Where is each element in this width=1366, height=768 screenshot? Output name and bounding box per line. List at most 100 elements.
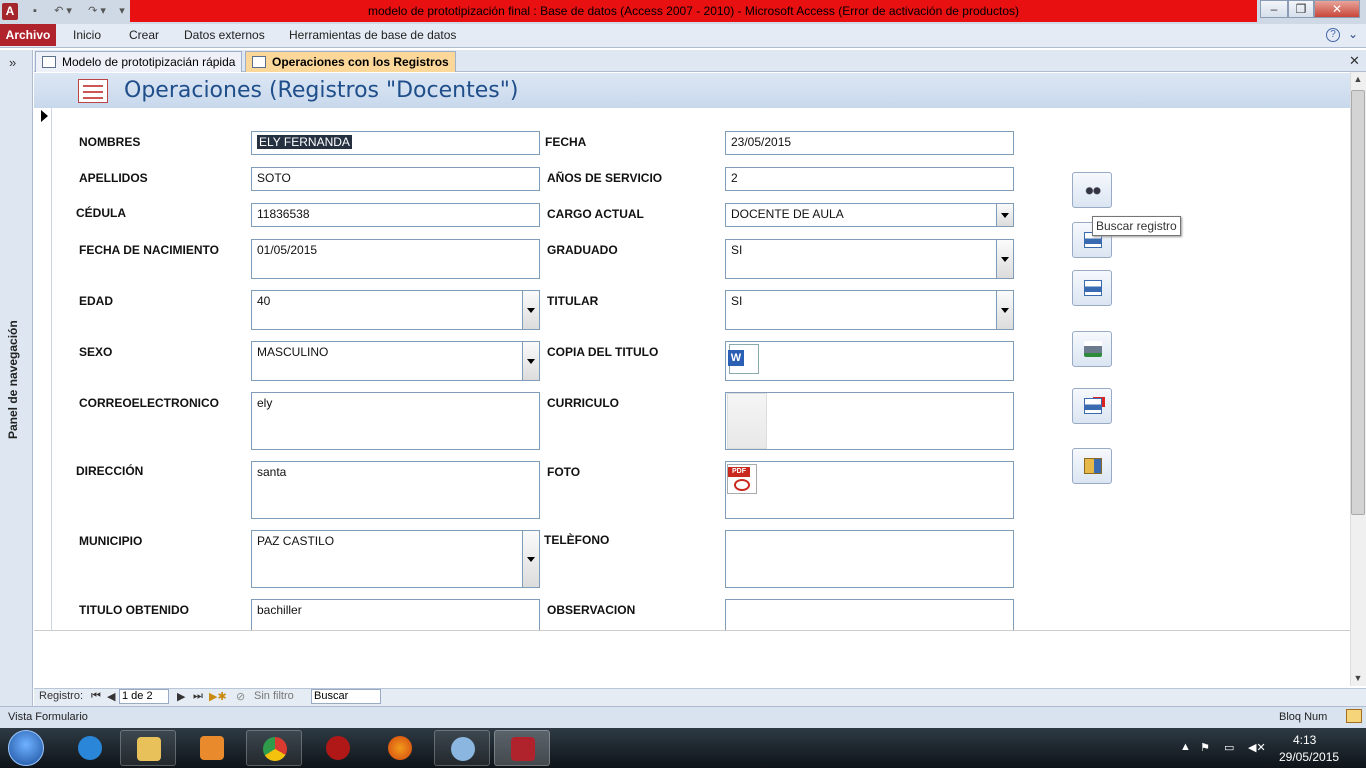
access-app-icon[interactable]: A — [2, 3, 18, 20]
sexo-combo[interactable]: MASCULINO — [251, 341, 540, 381]
titular-combo[interactable]: SI — [725, 290, 1014, 330]
clock-date[interactable]: 29/05/2015 — [1279, 750, 1339, 764]
filter-status[interactable]: Sin filtro — [254, 690, 294, 702]
start-button[interactable] — [8, 730, 44, 766]
action-center-flag-icon[interactable]: ⚑ — [1200, 741, 1210, 754]
anos-servicio-field[interactable]: 2 — [725, 167, 1014, 191]
minimize-button[interactable]: – — [1260, 0, 1288, 18]
dropdown-arrow-icon[interactable] — [522, 531, 539, 587]
edad-combo[interactable]: 40 — [251, 290, 540, 330]
navigation-pane-label[interactable]: Panel de navegación — [6, 300, 28, 460]
customize-quick-access-icon[interactable]: ▾ — [116, 3, 128, 20]
graduado-combo[interactable]: SI — [725, 239, 1014, 279]
show-hidden-icons[interactable]: ▲ — [1180, 741, 1191, 753]
document-thumbnail-icon[interactable] — [727, 393, 767, 449]
find-record-button[interactable] — [1072, 172, 1112, 208]
fecha-nacimiento-field[interactable]: 01/05/2015 — [251, 239, 540, 279]
paint-icon[interactable] — [434, 730, 490, 766]
titulo-obtenido-field[interactable]: bachiller — [251, 599, 540, 630]
dropdown-arrow-icon[interactable] — [522, 291, 539, 329]
nombres-field[interactable]: ELY FERNANDA — [251, 131, 540, 155]
dropdown-arrow-icon[interactable] — [522, 342, 539, 380]
direccion-field[interactable]: santa — [251, 461, 540, 519]
save-record-button[interactable] — [1072, 270, 1112, 306]
status-bar — [0, 706, 1366, 728]
next-record-icon[interactable]: ▶ — [177, 690, 185, 703]
correo-field[interactable]: ely — [251, 392, 540, 450]
municipio-combo[interactable]: PAZ CASTILO — [251, 530, 540, 588]
dropdown-arrow-icon[interactable] — [996, 204, 1013, 226]
access-taskbar-icon[interactable] — [494, 730, 550, 766]
maximize-button[interactable]: ❐ — [1288, 0, 1314, 18]
word-document-icon[interactable]: W — [728, 344, 759, 374]
close-form-button[interactable] — [1072, 448, 1112, 484]
label-foto: FOTO — [547, 465, 581, 479]
label-municipio: MUNICIPIO — [79, 534, 143, 548]
new-blank-record-icon[interactable]: ▶✱ — [209, 690, 227, 703]
fecha-field[interactable]: 23/05/2015 — [725, 131, 1014, 155]
filter-icon[interactable]: ⊘ — [236, 690, 245, 703]
scroll-down-icon[interactable]: ▼ — [1350, 673, 1366, 683]
dropdown-arrow-icon[interactable] — [996, 291, 1013, 329]
redo-icon[interactable]: ↷ ▾ — [82, 3, 112, 20]
record-label: Registro: — [39, 690, 84, 702]
pdf-badge: PDF — [728, 467, 750, 477]
network-icon[interactable]: ▭ — [1224, 741, 1234, 754]
label-fecha: FECHA — [545, 135, 587, 149]
scrollbar-thumb[interactable] — [1351, 90, 1365, 515]
tab-inicio[interactable]: Inicio — [73, 24, 101, 46]
internet-explorer-icon[interactable] — [62, 730, 118, 766]
media-player-icon[interactable] — [184, 730, 240, 766]
form-icon — [252, 56, 266, 68]
first-record-icon[interactable]: ⏮ — [91, 690, 101, 703]
volume-muted-icon[interactable]: ◀✕ — [1248, 741, 1266, 754]
current-record-arrow-icon — [41, 110, 48, 122]
curriculo-attachment[interactable] — [725, 392, 1014, 450]
cedula-field[interactable]: 11836538 — [251, 203, 540, 227]
firefox-icon[interactable] — [372, 730, 428, 766]
pdf-file-icon[interactable]: PDF — [727, 464, 757, 494]
print-button[interactable] — [1072, 331, 1112, 367]
expand-nav-pane-icon[interactable]: » — [9, 55, 16, 70]
tab-archivo[interactable]: Archivo — [0, 24, 56, 46]
copia-titulo-attachment[interactable] — [725, 341, 1014, 381]
app-red-icon[interactable] — [310, 730, 366, 766]
tab-modelo-prototipizacion[interactable]: Modelo de prototipizacián rápida — [35, 51, 243, 72]
undo-icon[interactable]: ↶ ▾ — [48, 3, 78, 20]
tab-datos-externos[interactable]: Datos externos — [184, 24, 265, 46]
chrome-icon[interactable] — [246, 730, 302, 766]
record-selector[interactable] — [34, 108, 52, 630]
previous-record-icon[interactable]: ◀ — [107, 690, 115, 703]
close-button[interactable]: ✕ — [1314, 0, 1360, 18]
expand-ribbon-icon[interactable]: ⌄ — [1348, 27, 1358, 41]
telefono-field[interactable] — [725, 530, 1014, 588]
cargo-actual-combo[interactable]: DOCENTE DE AULA — [725, 203, 1014, 227]
clock-time[interactable]: 4:13 — [1293, 733, 1316, 747]
apellidos-field[interactable]: SOTO — [251, 167, 540, 191]
search-input[interactable]: Buscar — [311, 689, 381, 704]
delete-record-button[interactable] — [1072, 388, 1112, 424]
record-navigation-bar — [34, 688, 1366, 706]
label-copia-titulo: COPIA DEL TITULO — [547, 345, 659, 359]
label-sexo: SEXO — [79, 345, 113, 359]
tab-operaciones-registros[interactable]: Operaciones con los Registros — [245, 51, 456, 72]
current-record-input[interactable]: 1 de 2 — [119, 689, 169, 704]
scroll-up-icon[interactable]: ▲ — [1350, 74, 1366, 84]
save-icon[interactable]: ▪ — [28, 3, 42, 20]
foto-attachment[interactable] — [725, 461, 1014, 519]
label-telefono: TELÈFONO — [544, 533, 610, 547]
dropdown-arrow-icon[interactable] — [996, 240, 1013, 278]
label-titular: TITULAR — [547, 294, 599, 308]
label-apellidos: APELLIDOS — [79, 171, 148, 185]
help-icon[interactable]: ? — [1326, 28, 1340, 42]
form-header-icon — [78, 79, 108, 103]
last-record-icon[interactable]: ⏭ — [193, 690, 203, 703]
tab-label: Modelo de prototipizacián rápida — [62, 55, 236, 69]
close-document-icon[interactable]: ✕ — [1349, 53, 1360, 69]
label-anos-servicio: AÑOS DE SERVICIO — [547, 171, 663, 185]
form-view-icon[interactable] — [1346, 709, 1362, 723]
observacion-field[interactable] — [725, 599, 1014, 630]
tab-herramientas[interactable]: Herramientas de base de datos — [289, 24, 456, 46]
tab-crear[interactable]: Crear — [129, 24, 159, 46]
file-explorer-icon[interactable] — [120, 730, 176, 766]
